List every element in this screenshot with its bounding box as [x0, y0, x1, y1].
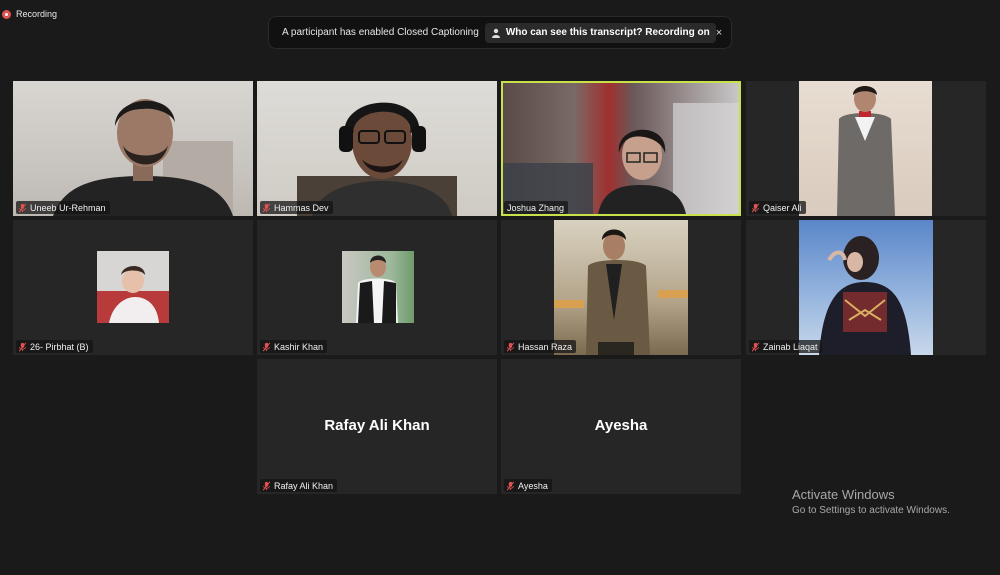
watermark-subtitle: Go to Settings to activate Windows.: [792, 505, 950, 516]
mic-muted-icon: [751, 342, 760, 351]
person-silhouette: [356, 255, 398, 323]
mic-muted-icon: [18, 203, 27, 212]
participant-name-tag: Kashir Khan: [260, 340, 328, 353]
mic-muted-icon: [262, 481, 271, 490]
participant-name-tag: Joshua Zhang: [504, 201, 569, 214]
participant-name: Rafay Ali Khan: [274, 480, 334, 491]
mic-muted-icon: [506, 342, 515, 351]
participant-name: Hammas Dev: [274, 202, 329, 213]
participant-name-tag: Qaiser Ali: [749, 201, 806, 214]
participant-name: Zainab Liaqat: [763, 341, 818, 352]
participant-name: Joshua Zhang: [507, 202, 565, 213]
closed-caption-banner: A participant has enabled Closed Caption…: [268, 16, 732, 49]
participant-name: Hassan Raza: [518, 341, 573, 352]
participant-name-tag: 26- Pirbhat (B): [16, 340, 93, 353]
person-silhouette: [297, 102, 457, 216]
participant-display-name: Ayesha: [594, 417, 648, 434]
close-icon[interactable]: ×: [716, 27, 722, 39]
person-silhouette: [819, 236, 911, 355]
participant-name: Uneeb Ur-Rehman: [30, 202, 106, 213]
participant-display-name: Rafay Ali Khan: [324, 417, 430, 434]
participant-photo: [799, 81, 932, 216]
participant-name-tag: Hammas Dev: [260, 201, 333, 214]
person-silhouette: [837, 86, 895, 216]
participant-tile[interactable]: Hassan Raza: [501, 220, 741, 355]
participant-tile[interactable]: Qaiser Ali: [746, 81, 986, 216]
person-icon: [491, 28, 500, 38]
recording-label: Recording: [16, 9, 58, 19]
participant-tile[interactable]: 26- Pirbhat (B): [13, 220, 253, 355]
participant-name-tag: Rafay Ali Khan: [260, 479, 338, 492]
mic-muted-icon: [506, 481, 515, 490]
transcript-info-label: Who can see this transcript? Recording o…: [505, 27, 710, 38]
participant-video: [13, 81, 253, 216]
mic-muted-icon: [262, 203, 271, 212]
participant-tile[interactable]: Uneeb Ur-Rehman: [13, 81, 253, 216]
transcript-info-button[interactable]: Who can see this transcript? Recording o…: [484, 22, 716, 43]
mic-muted-icon: [262, 342, 271, 351]
participant-name: Kashir Khan: [274, 341, 324, 352]
participant-name: 26- Pirbhat (B): [30, 341, 89, 352]
person-silhouette: [53, 99, 233, 216]
participant-name-tag: Hassan Raza: [504, 340, 577, 353]
participant-name: Qaiser Ali: [763, 202, 802, 213]
participant-tile[interactable]: Kashir Khan: [257, 220, 497, 355]
windows-activation-watermark: Activate Windows Go to Settings to activ…: [792, 487, 950, 516]
recording-icon: [2, 9, 11, 19]
participant-photo: [342, 251, 414, 323]
participant-name-tag: Zainab Liaqat: [749, 340, 822, 353]
participant-name-tag: Ayesha: [504, 479, 552, 492]
participant-tile-active-speaker[interactable]: Joshua Zhang: [501, 81, 741, 216]
watermark-title: Activate Windows: [792, 487, 895, 502]
recording-indicator: Recording: [2, 9, 57, 19]
participant-tile[interactable]: Ayesha Ayesha: [501, 359, 741, 494]
mic-muted-icon: [18, 342, 27, 351]
mic-muted-icon: [751, 203, 760, 212]
banner-text: A participant has enabled Closed Caption…: [282, 27, 479, 38]
participant-photo: [97, 251, 169, 323]
participant-tile[interactable]: Zainab Liaqat: [746, 220, 986, 355]
participant-tile[interactable]: Rafay Ali Khan Rafay Ali Khan: [257, 359, 497, 494]
person-silhouette: [554, 229, 688, 355]
participant-video: [257, 81, 497, 216]
person-silhouette: [503, 103, 739, 214]
participant-tile[interactable]: Hammas Dev: [257, 81, 497, 216]
participant-name: Ayesha: [518, 480, 548, 491]
participant-video: [503, 83, 739, 214]
participant-photo: [799, 220, 933, 355]
child-silhouette: [97, 266, 169, 323]
participant-name-tag: Uneeb Ur-Rehman: [16, 201, 110, 214]
participant-photo: [554, 220, 688, 355]
